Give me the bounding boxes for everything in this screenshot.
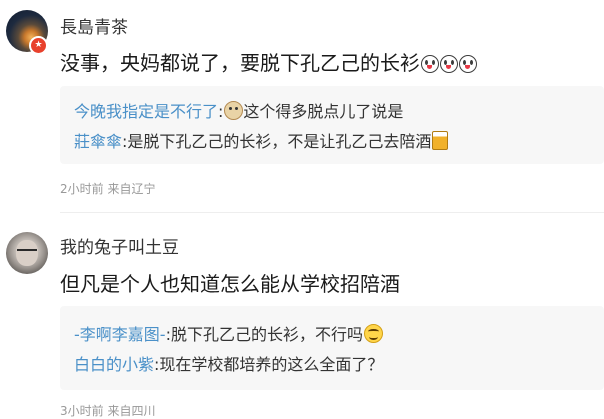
- reply-text: 这个得多脱点儿了说是: [243, 102, 404, 121]
- reply-username[interactable]: 今晚我指定是不行了: [74, 102, 218, 121]
- avatar[interactable]: [6, 232, 48, 274]
- reply-username[interactable]: -李啊李嘉图-: [74, 325, 166, 344]
- reply-item[interactable]: -李啊李嘉图-:脱下孔乙己的长衫，不行吗: [74, 321, 383, 345]
- beer-icon: [432, 131, 449, 150]
- reply-list: 今晚我指定是不行了: 这个得多脱点儿了说是 莊傘傘:是脱下孔乙己的长衫，不是让孔乙…: [60, 86, 604, 164]
- reply-separator: :: [218, 102, 224, 121]
- comment-text: 但凡是个人也知道怎么能从学校招陪酒: [60, 272, 400, 296]
- crying-face-icon: [421, 55, 439, 73]
- comment-content: 但凡是个人也知道怎么能从学校招陪酒: [60, 268, 400, 297]
- comment-source: 来自辽宁: [107, 182, 156, 196]
- comment-text: 没事，央妈都说了，要脱下孔乙己的长衫: [60, 51, 420, 75]
- reply-item[interactable]: 今晚我指定是不行了: 这个得多脱点儿了说是: [74, 98, 403, 122]
- reply-list: -李啊李嘉图-:脱下孔乙己的长衫，不行吗 白白的小紫:现在学校都培养的这么全面了…: [60, 306, 604, 390]
- reply-username[interactable]: 白白的小紫: [74, 355, 154, 374]
- divider: [60, 212, 604, 213]
- comment-meta: 2小时前 来自辽宁: [60, 180, 155, 197]
- comment-content: 没事，央妈都说了，要脱下孔乙己的长衫: [60, 47, 477, 76]
- comment-time: 3小时前: [60, 404, 104, 418]
- comment-item: ★ 長島青茶 没事，央妈都说了，要脱下孔乙己的长衫 今晚我指定是不行了: 这个得多…: [0, 0, 604, 213]
- comment-username[interactable]: 長島青茶: [60, 13, 128, 38]
- comment-item: 我的兔子叫土豆 但凡是个人也知道怎么能从学校招陪酒 -李啊李嘉图-:脱下孔乙己的…: [0, 222, 604, 418]
- comment-meta: 3小时前 来自四川: [60, 402, 155, 419]
- doge-icon: [224, 101, 244, 120]
- crying-face-icon: [440, 55, 458, 73]
- comment-username[interactable]: 我的兔子叫土豆: [60, 233, 179, 258]
- comment-time: 2小时前: [60, 182, 104, 196]
- reply-text: 脱下孔乙己的长衫，不行吗: [170, 325, 363, 344]
- reply-item[interactable]: 莊傘傘:是脱下孔乙己的长衫，不是让孔乙己去陪酒: [74, 128, 449, 152]
- crying-face-icon: [459, 55, 477, 73]
- reply-text: 是脱下孔乙己的长衫，不是让孔乙己去陪酒: [127, 132, 432, 151]
- reply-item[interactable]: 白白的小紫:现在学校都培养的这么全面了？: [74, 351, 383, 375]
- reply-username[interactable]: 莊傘傘: [74, 132, 122, 151]
- verified-badge-icon: ★: [29, 36, 48, 55]
- comment-source: 来自四川: [107, 404, 156, 418]
- smile-face-icon: [363, 324, 383, 343]
- reply-text: 现在学校都培养的这么全面了？: [159, 355, 384, 374]
